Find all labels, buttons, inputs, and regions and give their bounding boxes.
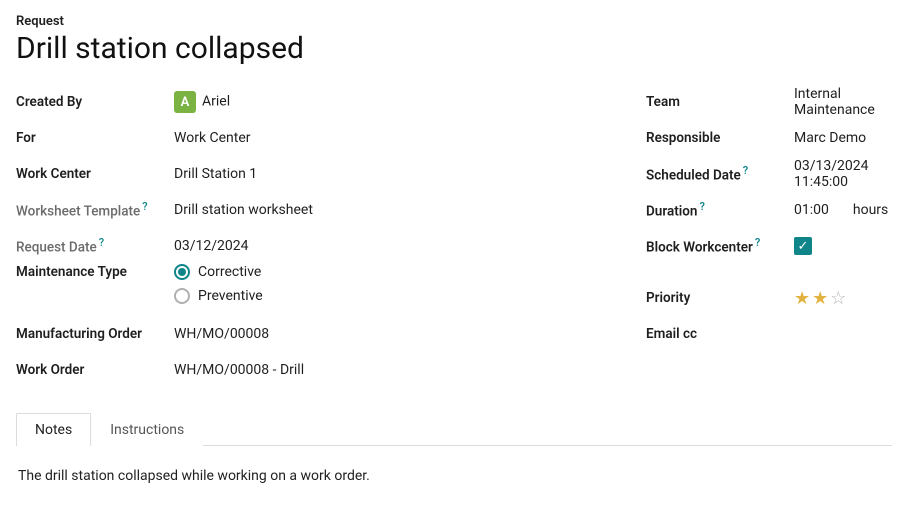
page-title: Drill station collapsed [16, 31, 892, 66]
checkbox-checked-icon[interactable]: ✓ [794, 237, 812, 255]
help-icon[interactable]: ? [99, 236, 104, 249]
manufacturing-order-label: Manufacturing Order [16, 326, 174, 342]
for-value[interactable]: Work Center [174, 130, 606, 146]
radio-preventive-label: Preventive [198, 288, 263, 304]
team-value[interactable]: Internal Maintenance [794, 86, 892, 118]
worksheet-template-row: Worksheet Template? Drill station worksh… [16, 192, 606, 228]
priority-stars: ★ ★ ☆ [794, 288, 892, 309]
scheduled-date-row: Scheduled Date? 03/13/2024 11:45:00 [646, 156, 892, 192]
duration-label-text: Duration [646, 204, 697, 220]
for-label: For [16, 130, 174, 146]
worksheet-template-value[interactable]: Drill station worksheet [174, 202, 606, 218]
priority-value: ★ ★ ☆ [794, 288, 892, 309]
radio-corrective-label: Corrective [198, 264, 261, 280]
block-workcenter-label-text: Block Workcenter [646, 240, 753, 256]
worksheet-template-label-text: Worksheet Template [16, 204, 140, 220]
work-order-row: Work Order WH/MO/00008 - Drill [16, 352, 606, 388]
request-label: Request [16, 14, 892, 29]
responsible-row: Responsible Marc Demo [646, 120, 892, 156]
created-by-name: Ariel [202, 94, 230, 110]
left-column: Created By A Ariel For Work Center Work C… [16, 84, 606, 388]
created-by-row: Created By A Ariel [16, 84, 606, 120]
block-workcenter-row: Block Workcenter? ✓ [646, 228, 892, 264]
help-icon[interactable]: ? [755, 236, 760, 249]
maintenance-type-value: Corrective Preventive [174, 264, 606, 304]
radio-checked-icon [174, 264, 190, 280]
scheduled-date-value[interactable]: 03/13/2024 11:45:00 [794, 158, 892, 190]
star-icon[interactable]: ★ [794, 288, 810, 309]
manufacturing-order-value[interactable]: WH/MO/00008 [174, 326, 606, 342]
request-date-value[interactable]: 03/12/2024 [174, 238, 606, 254]
work-center-label: Work Center [16, 166, 174, 182]
block-workcenter-label: Block Workcenter? [646, 236, 794, 256]
responsible-value[interactable]: Marc Demo [794, 130, 892, 146]
tab-instructions[interactable]: Instructions [91, 413, 203, 446]
priority-label: Priority [646, 290, 794, 306]
manufacturing-order-row: Manufacturing Order WH/MO/00008 [16, 316, 606, 352]
duration-value[interactable]: 01:00 [794, 202, 829, 218]
email-cc-row: Email cc [646, 316, 892, 352]
for-row: For Work Center [16, 120, 606, 156]
duration-unit: hours [853, 202, 888, 218]
right-column: Team Internal Maintenance Responsible Ma… [646, 84, 892, 388]
scheduled-date-label: Scheduled Date? [646, 164, 794, 184]
maintenance-type-row: Maintenance Type Corrective Preventive [16, 264, 606, 304]
responsible-label: Responsible [646, 130, 794, 146]
notes-content[interactable]: The drill station collapsed while workin… [16, 446, 892, 488]
radio-unchecked-icon [174, 288, 190, 304]
created-by-value[interactable]: A Ariel [174, 91, 606, 113]
duration-value-wrap: 01:00 hours [794, 202, 892, 218]
block-workcenter-value: ✓ [794, 237, 892, 255]
tabs: Notes Instructions [16, 412, 892, 446]
priority-row: Priority ★ ★ ☆ [646, 280, 892, 316]
worksheet-template-label: Worksheet Template? [16, 200, 174, 220]
maintenance-type-label: Maintenance Type [16, 264, 174, 280]
avatar: A [174, 91, 196, 113]
form-body: Created By A Ariel For Work Center Work C… [16, 84, 892, 388]
tab-notes[interactable]: Notes [16, 413, 91, 446]
scheduled-date-label-text: Scheduled Date [646, 168, 741, 184]
created-by-label: Created By [16, 94, 174, 110]
request-date-row: Request Date? 03/12/2024 [16, 228, 606, 264]
star-icon[interactable]: ★ [812, 288, 828, 309]
work-order-label: Work Order [16, 362, 174, 378]
duration-label: Duration? [646, 200, 794, 220]
star-empty-icon[interactable]: ☆ [830, 288, 846, 309]
work-center-value[interactable]: Drill Station 1 [174, 166, 606, 182]
team-row: Team Internal Maintenance [646, 84, 892, 120]
help-icon[interactable]: ? [743, 164, 748, 177]
help-icon[interactable]: ? [699, 200, 704, 213]
radio-corrective[interactable]: Corrective [174, 264, 606, 280]
radio-preventive[interactable]: Preventive [174, 288, 606, 304]
work-order-value[interactable]: WH/MO/00008 - Drill [174, 362, 606, 378]
team-label: Team [646, 94, 794, 110]
duration-row: Duration? 01:00 hours [646, 192, 892, 228]
maintenance-type-radio-group: Corrective Preventive [174, 264, 606, 304]
help-icon[interactable]: ? [142, 200, 147, 213]
request-date-label-text: Request Date [16, 240, 97, 256]
work-center-row: Work Center Drill Station 1 [16, 156, 606, 192]
email-cc-label: Email cc [646, 326, 794, 342]
request-date-label: Request Date? [16, 236, 174, 256]
